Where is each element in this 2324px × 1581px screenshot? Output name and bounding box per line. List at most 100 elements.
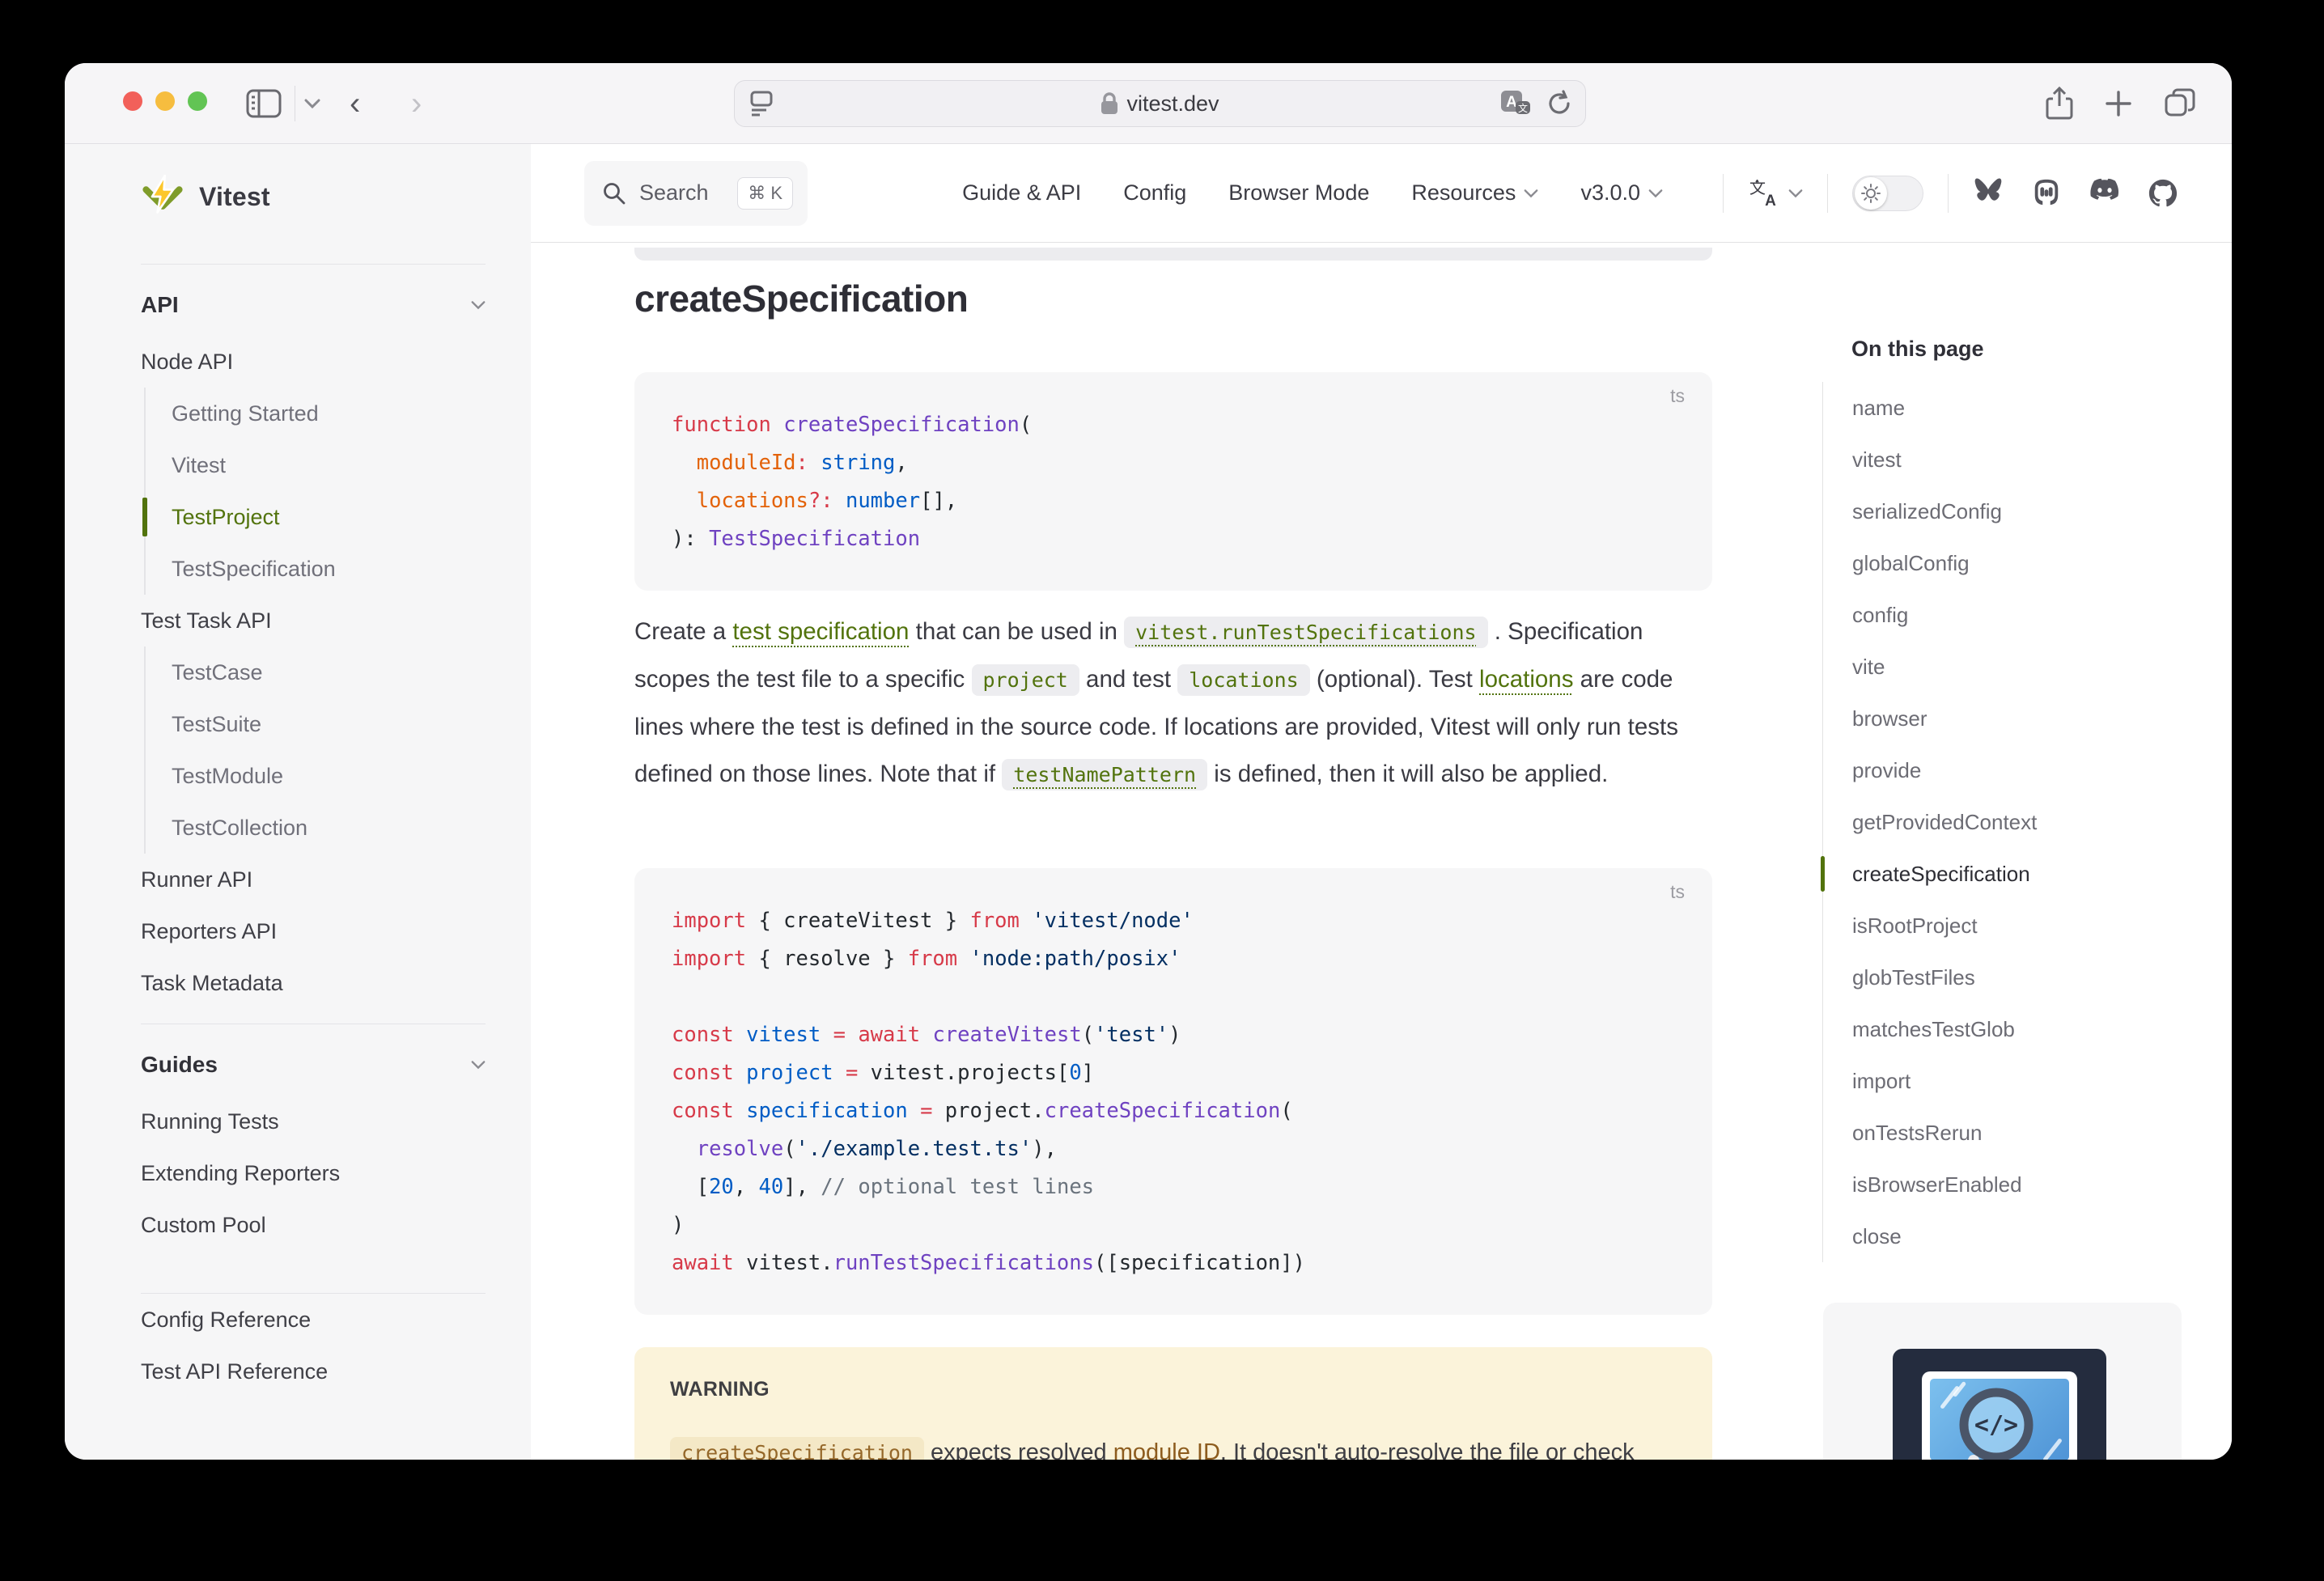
outline-item-isrootproject[interactable]: isRootProject bbox=[1823, 900, 2195, 952]
forward-button[interactable]: › bbox=[411, 87, 422, 120]
sidebar-menu-chevron-icon[interactable] bbox=[304, 98, 320, 109]
nav-link-guide-api[interactable]: Guide & API bbox=[962, 180, 1081, 206]
warning-body: createSpecification expects resolved mod… bbox=[670, 1429, 1677, 1460]
code-lines: import { createVitest } from 'vitest/nod… bbox=[672, 902, 1675, 1282]
code-line: moduleId: string, bbox=[672, 444, 1675, 482]
mastodon-icon[interactable] bbox=[2031, 178, 2062, 209]
sidebar-item-task-metadata[interactable]: Task Metadata bbox=[141, 957, 486, 1009]
new-tab-icon[interactable] bbox=[2104, 89, 2133, 118]
translate-menu-icon[interactable]: 文 A bbox=[1748, 179, 1803, 208]
sidebar-item-runner-api[interactable]: Runner API bbox=[141, 854, 486, 905]
sidebar-divider bbox=[141, 264, 486, 265]
site-logo[interactable]: Vitest bbox=[141, 144, 486, 249]
nav-link-config[interactable]: Config bbox=[1123, 180, 1186, 206]
sidebar-toggle-icon[interactable] bbox=[246, 89, 282, 118]
description-paragraph: Create a test specification that can be … bbox=[634, 608, 1719, 799]
close-window-button[interactable] bbox=[123, 91, 142, 111]
sidebar-item-running-tests[interactable]: Running Tests bbox=[141, 1096, 486, 1147]
warning-callout: WARNING createSpecification expects reso… bbox=[634, 1347, 1712, 1460]
previous-codeblock-tail bbox=[634, 248, 1712, 261]
tab-overview-icon[interactable] bbox=[2164, 87, 2196, 120]
svg-text:</>: </> bbox=[1974, 1411, 2018, 1439]
code-lang-label: ts bbox=[1670, 881, 1685, 903]
inline-link[interactable]: test specification bbox=[732, 618, 909, 645]
theme-toggle[interactable] bbox=[1852, 176, 1923, 211]
sidebar-nav: APINode APIGetting StartedVitestTestProj… bbox=[141, 264, 486, 1397]
outline-item-provide[interactable]: provide bbox=[1823, 744, 2195, 796]
sidebar-subgroup: TestCaseTestSuiteTestModuleTestCollectio… bbox=[144, 646, 486, 854]
sidebar-item-testcollection[interactable]: TestCollection bbox=[172, 802, 486, 854]
outline-title: On this page bbox=[1851, 337, 1984, 362]
sidebar-section-header[interactable]: API bbox=[141, 274, 486, 336]
sidebar-item-testmodule[interactable]: TestModule bbox=[172, 750, 486, 802]
outline-item-globtestfiles[interactable]: globTestFiles bbox=[1823, 952, 2195, 1003]
sidebar: Vitest APINode APIGetting StartedVitestT… bbox=[65, 144, 531, 1460]
code-line: resolve('./example.test.ts'), bbox=[672, 1130, 1675, 1168]
theme-toggle-knob bbox=[1855, 177, 1887, 210]
code-line bbox=[672, 978, 1675, 1016]
sidebar-item-test-task-api[interactable]: Test Task API bbox=[141, 595, 486, 646]
text-run: Create a bbox=[634, 618, 732, 645]
inline-code-link[interactable]: vitest.runTestSpecifications bbox=[1124, 617, 1487, 648]
reload-icon[interactable] bbox=[1546, 90, 1572, 117]
text-run: expects resolved bbox=[924, 1439, 1113, 1460]
outline-item-vitest[interactable]: vitest bbox=[1823, 434, 2195, 485]
sidebar-section: Config ReferenceTest API Reference bbox=[141, 1259, 486, 1397]
sidebar-item-testspecification[interactable]: TestSpecification bbox=[172, 543, 486, 595]
sidebar-item-testsuite[interactable]: TestSuite bbox=[172, 698, 486, 750]
discord-icon[interactable] bbox=[2089, 178, 2120, 209]
sidebar-item-testproject[interactable]: TestProject bbox=[172, 491, 486, 543]
back-button[interactable]: ‹ bbox=[350, 87, 360, 120]
outline-item-serializedconfig[interactable]: serializedConfig bbox=[1823, 485, 2195, 537]
code-search-illustration: </> bbox=[1893, 1349, 2106, 1460]
example-code-block: ts import { createVitest } from 'vitest/… bbox=[634, 868, 1712, 1315]
magnifier-icon: </> bbox=[1951, 1386, 2048, 1460]
inline-link[interactable]: locations bbox=[1479, 666, 1573, 693]
sidebar-item-reporters-api[interactable]: Reporters API bbox=[141, 905, 486, 957]
nav-link-browser-mode[interactable]: Browser Mode bbox=[1228, 180, 1369, 206]
outline-item-globalconfig[interactable]: globalConfig bbox=[1823, 537, 2195, 589]
warning-title: WARNING bbox=[670, 1378, 1677, 1401]
sidebar-item-getting started[interactable]: Getting Started bbox=[172, 388, 486, 439]
minimize-window-button[interactable] bbox=[155, 91, 175, 111]
code-line: await vitest.runTestSpecifications([spec… bbox=[672, 1244, 1675, 1282]
text-run: and test bbox=[1079, 666, 1177, 693]
search-button[interactable]: Search ⌘ K bbox=[584, 161, 808, 226]
inline-code: project bbox=[972, 664, 1079, 696]
inline-code-link[interactable]: testNamePattern bbox=[1002, 759, 1207, 790]
outline-item-getprovidedcontext[interactable]: getProvidedContext bbox=[1823, 796, 2195, 848]
signature-code-block: ts function createSpecification( moduleI… bbox=[634, 372, 1712, 591]
sidebar-section-header[interactable]: Guides bbox=[141, 1034, 486, 1096]
outline-item-createspecification[interactable]: createSpecification bbox=[1823, 848, 2195, 900]
sidebar-item-testcase[interactable]: TestCase bbox=[172, 646, 486, 698]
zoom-window-button[interactable] bbox=[188, 91, 207, 111]
nav-link-v3-0-0[interactable]: v3.0.0 bbox=[1580, 180, 1663, 206]
sidebar-item-custom-pool[interactable]: Custom Pool bbox=[141, 1199, 486, 1251]
outline-item-close[interactable]: close bbox=[1823, 1210, 2195, 1262]
outline-item-vite[interactable]: vite bbox=[1823, 641, 2195, 693]
sponsor-card[interactable]: </> bbox=[1823, 1303, 2182, 1460]
bluesky-icon[interactable] bbox=[1973, 178, 2004, 209]
github-icon[interactable] bbox=[2148, 178, 2178, 209]
outline-item-ontestsrerun[interactable]: onTestsRerun bbox=[1823, 1107, 2195, 1159]
outline-item-matchestestglob[interactable]: matchesTestGlob bbox=[1823, 1003, 2195, 1055]
nav-link-label: Browser Mode bbox=[1228, 180, 1369, 206]
sidebar-section-title: Guides bbox=[141, 1052, 218, 1078]
browser-titlebar: ‹ › vitest.dev bbox=[65, 63, 2232, 144]
outline-item-browser[interactable]: browser bbox=[1823, 693, 2195, 744]
sidebar-item-config-reference[interactable]: Config Reference bbox=[141, 1294, 486, 1346]
outline-item-config[interactable]: config bbox=[1823, 589, 2195, 641]
sidebar-item-extending-reporters[interactable]: Extending Reporters bbox=[141, 1147, 486, 1199]
translate-page-icon[interactable]: A 文 bbox=[1499, 90, 1532, 117]
outline-item-import[interactable]: import bbox=[1823, 1055, 2195, 1107]
sidebar-item-vitest[interactable]: Vitest bbox=[172, 439, 486, 491]
nav-link-resources[interactable]: Resources bbox=[1411, 180, 1538, 206]
outline-item-isbrowserenabled[interactable]: isBrowserEnabled bbox=[1823, 1159, 2195, 1210]
share-icon[interactable] bbox=[2046, 87, 2073, 121]
inline-code: locations bbox=[1177, 664, 1309, 696]
inline-link[interactable]: module ID bbox=[1113, 1439, 1220, 1460]
outline-item-name[interactable]: name bbox=[1823, 382, 2195, 434]
sidebar-item-node-api[interactable]: Node API bbox=[141, 336, 486, 388]
sidebar-item-test-api-reference[interactable]: Test API Reference bbox=[141, 1346, 486, 1397]
url-bar[interactable]: vitest.dev A 文 bbox=[734, 80, 1586, 127]
